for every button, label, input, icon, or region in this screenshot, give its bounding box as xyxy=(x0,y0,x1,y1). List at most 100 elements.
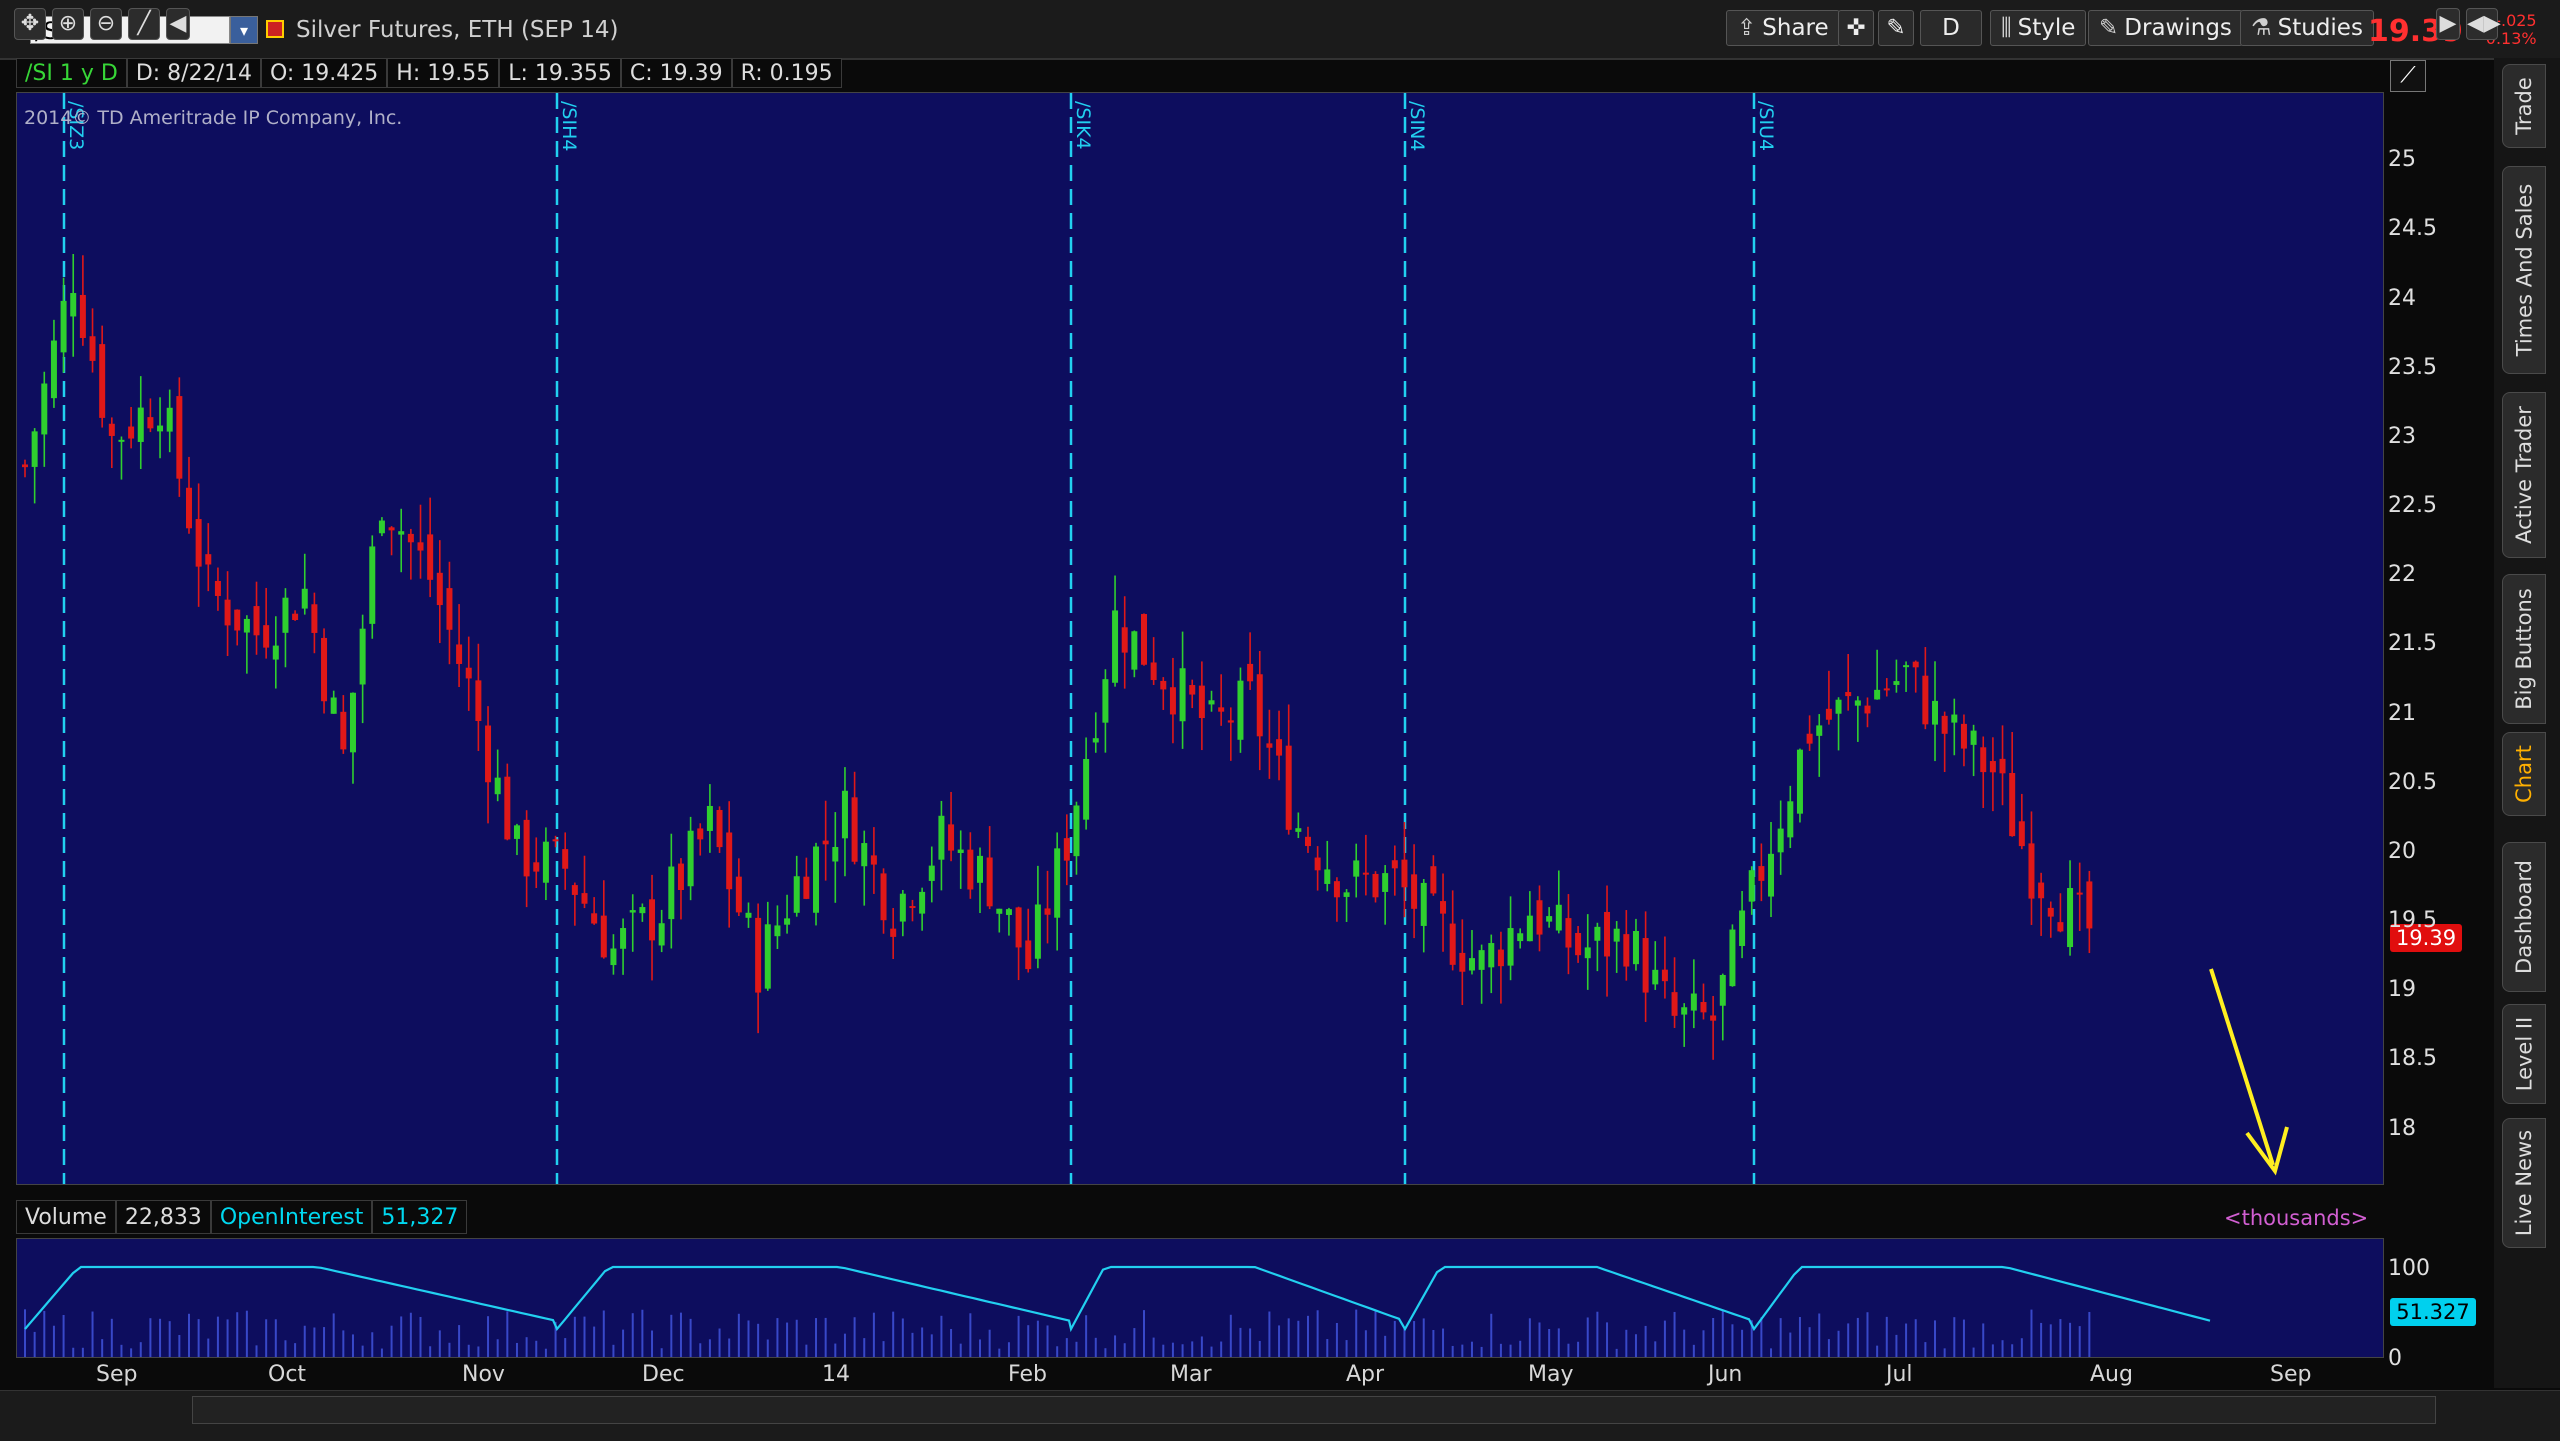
y-tick-label: 22.5 xyxy=(2388,493,2437,519)
open-interest-tag: 51.327 xyxy=(2390,1298,2476,1326)
y-tick-label: 20.5 xyxy=(2388,769,2437,795)
candle-body xyxy=(263,625,270,648)
tab-times-and-sales[interactable]: Times And Sales xyxy=(2502,166,2546,374)
candle-body xyxy=(581,893,588,904)
candle-body xyxy=(1083,759,1090,820)
scroll-left-icon[interactable]: ◀ xyxy=(166,8,190,40)
tab-live-news[interactable]: Live News xyxy=(2502,1118,2546,1248)
candle-body xyxy=(764,924,771,989)
scroll-right-icon[interactable]: ▶ xyxy=(2436,8,2460,40)
candle-body xyxy=(185,487,192,529)
candle-body xyxy=(1748,870,1755,902)
candle-body xyxy=(195,519,202,567)
candle-body xyxy=(1488,943,1495,968)
price-plot[interactable]: /SIZ3/SIH4/SIK4/SIN4/SIU4 xyxy=(16,92,2384,1185)
symbol-flag-icon[interactable] xyxy=(266,20,284,38)
candle-body xyxy=(1874,689,1881,700)
candle-body xyxy=(108,423,115,436)
candle-body xyxy=(1941,715,1948,734)
candle-body xyxy=(1903,665,1910,668)
candle-body xyxy=(1999,758,2006,774)
candle-body xyxy=(50,340,57,399)
crosshair-tool-button[interactable]: ✜ xyxy=(1838,10,1874,46)
candle-body xyxy=(600,915,607,958)
candle-body xyxy=(1025,940,1032,970)
candle-body xyxy=(610,948,617,966)
candle-body xyxy=(79,294,86,338)
candle-body xyxy=(899,893,906,922)
candle-body xyxy=(465,667,472,679)
tab-big-buttons[interactable]: Big Buttons xyxy=(2502,574,2546,724)
draw-line-icon[interactable]: ╱ xyxy=(128,8,160,40)
expand-icon[interactable]: ◀▶ xyxy=(2466,8,2501,40)
y-tick-label: 24.5 xyxy=(2388,216,2437,242)
tab-dashboard[interactable]: Dashboard xyxy=(2502,842,2546,992)
candle-body xyxy=(1671,992,1678,1016)
tab-chart[interactable]: Chart xyxy=(2502,732,2546,816)
candle-body xyxy=(60,300,67,353)
candle-body xyxy=(523,819,530,877)
candle-body xyxy=(620,928,627,949)
y-tick-label: 22 xyxy=(2388,562,2416,588)
candle-body xyxy=(349,692,356,753)
volume-label: Volume xyxy=(16,1200,116,1234)
candle-body xyxy=(1739,910,1746,946)
tab-active-trader[interactable]: Active Trader xyxy=(2502,392,2546,558)
symbol-description: Silver Futures, ETH (SEP 14) xyxy=(296,17,619,43)
candle-body xyxy=(861,843,868,867)
candle-body xyxy=(1401,859,1408,888)
y-tick-label: 23 xyxy=(2388,423,2416,449)
studies-button[interactable]: ⚗ Studies xyxy=(2240,10,2374,46)
candle-body xyxy=(1314,857,1321,871)
candle-body xyxy=(1835,699,1842,714)
candle-body xyxy=(272,645,279,660)
zoom-in-icon[interactable]: ⊕ xyxy=(52,8,84,40)
candle-body xyxy=(687,830,694,887)
share-button[interactable]: ⇪ Share xyxy=(1726,10,1840,46)
candle-body xyxy=(774,925,781,937)
drawings-button[interactable]: ✎ Drawings xyxy=(2088,10,2243,46)
candle-body xyxy=(1536,900,1543,935)
candle-body xyxy=(649,899,656,941)
candle-body xyxy=(1169,687,1176,715)
chart-mode-icon[interactable]: ⟋ xyxy=(2390,60,2426,92)
candle-body xyxy=(1970,730,1977,745)
candle-body xyxy=(822,840,829,845)
candle-body xyxy=(1478,950,1485,970)
symbol-dropdown-button[interactable]: ▾ xyxy=(230,16,258,44)
candle-body xyxy=(1710,1015,1717,1021)
candle-body xyxy=(398,531,405,535)
volume-y-100: 100 xyxy=(2388,1256,2430,1281)
share-icon: ⇪ xyxy=(1737,15,1757,41)
candle-body xyxy=(157,425,164,432)
time-scrollbar[interactable] xyxy=(192,1396,2436,1424)
candle-body xyxy=(1420,882,1427,926)
style-button[interactable]: ⫼ Style xyxy=(1990,10,2087,46)
candle-body xyxy=(166,407,173,432)
bar-range: R: 0.195 xyxy=(731,58,842,88)
candle-body xyxy=(292,613,299,621)
candle-body xyxy=(552,839,559,842)
volume-plot[interactable] xyxy=(16,1238,2384,1358)
candle-body xyxy=(1565,918,1572,948)
pan-icon[interactable]: ✥ xyxy=(14,8,46,40)
tab-level-ii[interactable]: Level II xyxy=(2502,1004,2546,1104)
candle-body xyxy=(330,697,337,714)
period-button[interactable]: D xyxy=(1920,10,1982,46)
candle-body xyxy=(234,609,241,631)
candle-body xyxy=(1546,916,1553,922)
x-tick-label: May xyxy=(1528,1362,1574,1387)
candle-body xyxy=(214,580,221,596)
candle-body xyxy=(1526,915,1533,942)
settings-button[interactable]: ✎ xyxy=(1878,10,1914,46)
candle-body xyxy=(726,832,733,890)
candle-body xyxy=(890,928,897,937)
candle-body xyxy=(533,862,540,872)
candle-body xyxy=(697,828,704,840)
candle-body xyxy=(1247,663,1254,682)
tab-trade[interactable]: Trade xyxy=(2502,64,2546,148)
candle-body xyxy=(986,857,993,907)
candle-body xyxy=(1758,866,1765,881)
zoom-out-icon[interactable]: ⊖ xyxy=(90,8,122,40)
candle-body xyxy=(504,776,511,840)
